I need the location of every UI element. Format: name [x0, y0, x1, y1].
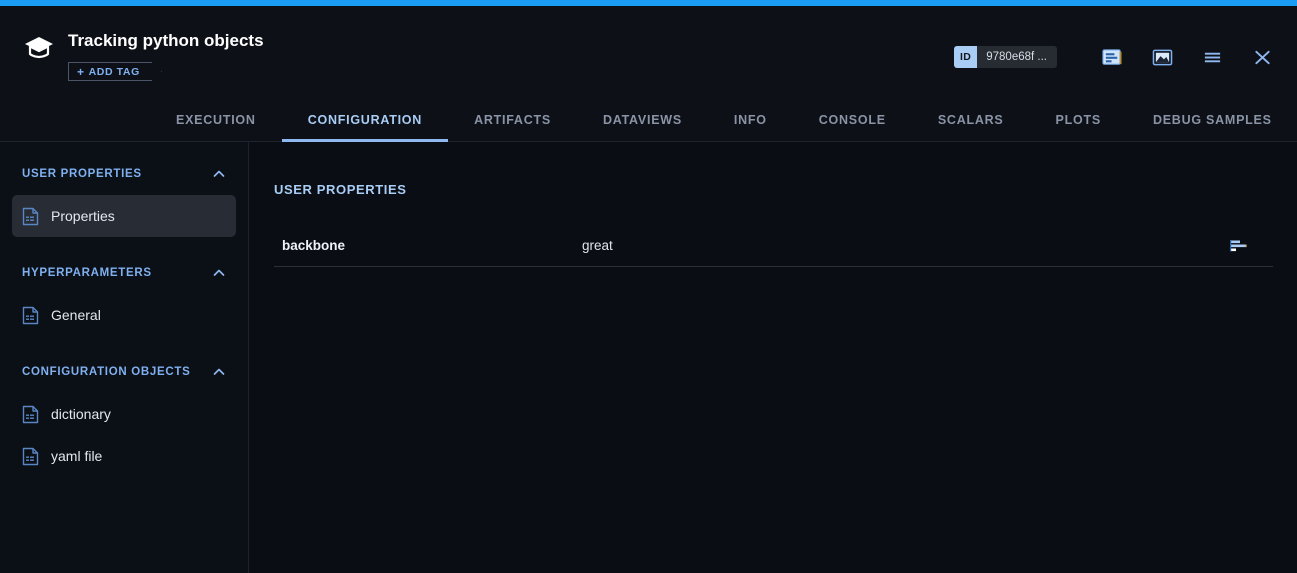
sidebar-item-label: Properties [51, 208, 115, 224]
tab-execution[interactable]: EXECUTION [150, 98, 282, 142]
property-key: backbone [282, 238, 582, 253]
id-label: ID [954, 46, 977, 68]
sidebar-group-label: CONFIGURATION OBJECTS [22, 366, 190, 378]
sidebar-item-label: yaml file [51, 448, 102, 464]
window-header: Tracking python objects + ADD TAG ID 978… [0, 6, 1297, 98]
experiment-id-chip[interactable]: ID 9780e68f ... [954, 46, 1057, 68]
document-icon [22, 207, 39, 226]
table-row: backbone great [274, 225, 1273, 267]
sidebar-spacer [0, 336, 248, 360]
document-icon [22, 447, 39, 466]
tab-info[interactable]: INFO [708, 98, 793, 142]
document-icon [22, 405, 39, 424]
log-icon[interactable] [1095, 40, 1129, 74]
tab-configuration[interactable]: CONFIGURATION [282, 98, 448, 142]
chevron-up-icon[interactable] [212, 167, 226, 181]
sidebar-group-user-properties[interactable]: USER PROPERTIES [0, 162, 248, 186]
sidebar-item-dictionary[interactable]: dictionary [12, 393, 236, 435]
chevron-up-icon[interactable] [212, 266, 226, 280]
page-title: Tracking python objects [68, 30, 264, 52]
header-actions: ID 9780e68f ... [954, 40, 1279, 74]
tab-console[interactable]: CONSOLE [793, 98, 912, 142]
plus-icon: + [77, 65, 85, 79]
experiment-details-window: COMPLETED Tracking python objects + ADD … [0, 0, 1297, 573]
tab-debug-samples[interactable]: DEBUG SAMPLES [1127, 98, 1297, 142]
main-content: USER PROPERTIES backbone great [250, 142, 1297, 573]
sidebar-item-label: General [51, 307, 101, 323]
tab-artifacts[interactable]: ARTIFACTS [448, 98, 577, 142]
sidebar-group-label: USER PROPERTIES [22, 168, 142, 180]
tab-dataviews[interactable]: DATAVIEWS [577, 98, 708, 142]
id-value: 9780e68f ... [977, 51, 1057, 63]
tab-plots[interactable]: PLOTS [1030, 98, 1127, 142]
add-tag-button[interactable]: + ADD TAG [68, 62, 152, 81]
configuration-sidebar: USER PROPERTIES Properties HYPERPARAMETE [0, 142, 249, 573]
document-icon [22, 306, 39, 325]
menu-icon[interactable] [1195, 40, 1229, 74]
bar-chart-icon[interactable] [1229, 238, 1249, 254]
sidebar-group-configuration-objects[interactable]: CONFIGURATION OBJECTS [0, 360, 248, 384]
section-title: USER PROPERTIES [274, 182, 1273, 197]
sidebar-group-label: HYPERPARAMETERS [22, 267, 152, 279]
title-block: Tracking python objects + ADD TAG [68, 30, 264, 81]
graduation-cap-icon [22, 30, 56, 64]
close-icon[interactable] [1245, 40, 1279, 74]
sidebar-item-properties[interactable]: Properties [12, 195, 236, 237]
sidebar-item-label: dictionary [51, 406, 111, 422]
chevron-up-icon[interactable] [212, 365, 226, 379]
image-icon[interactable] [1145, 40, 1179, 74]
tab-scalars[interactable]: SCALARS [912, 98, 1030, 142]
add-tag-label: ADD TAG [89, 66, 140, 78]
tab-bar: EXECUTION CONFIGURATION ARTIFACTS DATAVI… [0, 98, 1297, 142]
property-value: great [582, 238, 1229, 253]
header-left: Tracking python objects + ADD TAG [22, 30, 264, 81]
sidebar-spacer [0, 237, 248, 261]
sidebar-group-hyperparameters[interactable]: HYPERPARAMETERS [0, 261, 248, 285]
sidebar-item-yaml-file[interactable]: yaml file [12, 435, 236, 477]
sidebar-item-general[interactable]: General [12, 294, 236, 336]
